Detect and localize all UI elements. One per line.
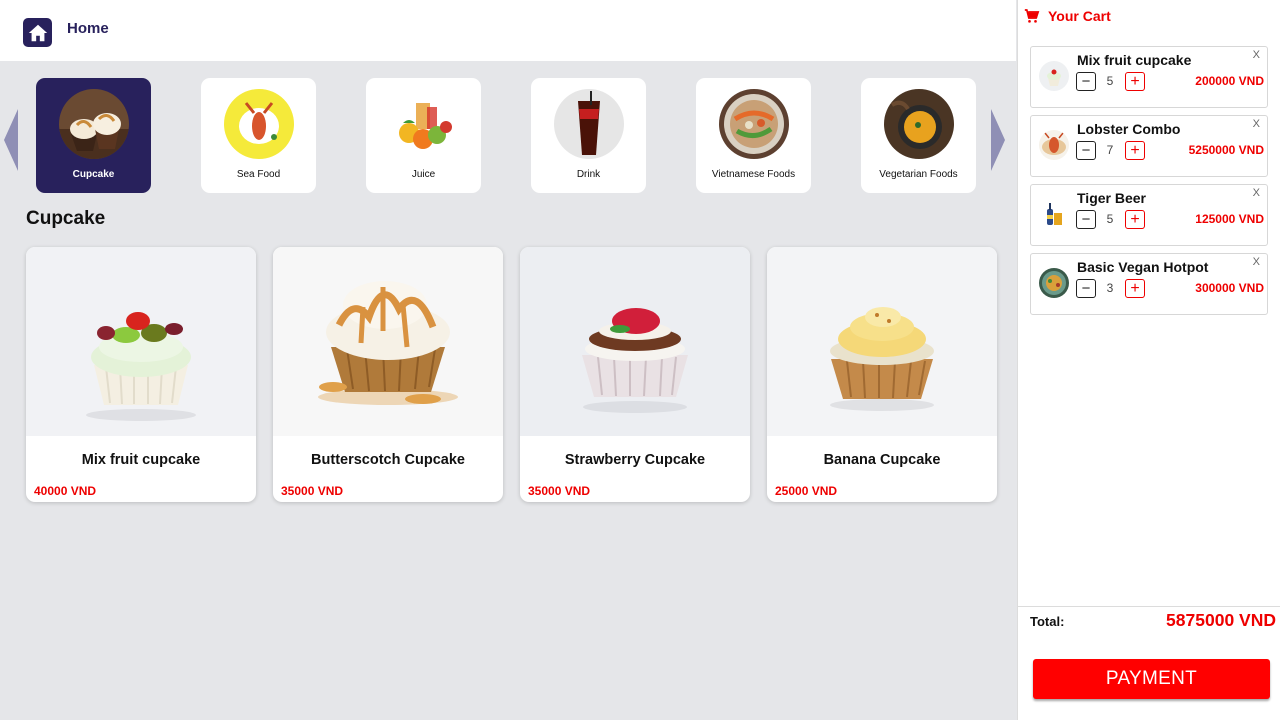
remove-item-button[interactable]: X bbox=[1253, 118, 1260, 130]
total-divider bbox=[1018, 606, 1280, 607]
category-cupcake[interactable]: Cupcake bbox=[36, 78, 151, 193]
category-label: Sea Food bbox=[236, 169, 281, 180]
cart-item-price: 5250000 VND bbox=[1188, 143, 1264, 157]
cart-header: Your Cart bbox=[1023, 8, 1111, 24]
remove-item-button[interactable]: X bbox=[1253, 256, 1260, 268]
product-card[interactable]: Banana Cupcake 25000 VND bbox=[767, 247, 997, 502]
page-title: Home bbox=[67, 20, 109, 37]
home-button[interactable] bbox=[23, 18, 52, 47]
carousel-next-arrow-icon[interactable] bbox=[991, 109, 1005, 171]
product-name: Mix fruit cupcake bbox=[81, 452, 201, 468]
product-card[interactable]: Mix fruit cupcake 40000 VND bbox=[26, 247, 256, 502]
category-label: Juice bbox=[411, 169, 436, 180]
cart-item-qty: 5 bbox=[1106, 212, 1114, 226]
increase-qty-button[interactable]: + bbox=[1125, 279, 1145, 298]
cart-item-qty: 3 bbox=[1106, 281, 1114, 295]
cart-item-price: 300000 VND bbox=[1195, 281, 1264, 295]
category-label: Vietnamese Foods bbox=[711, 169, 796, 180]
plus-icon: + bbox=[1130, 72, 1140, 90]
decrease-qty-button[interactable]: − bbox=[1076, 279, 1096, 298]
section-title: Cupcake bbox=[26, 208, 106, 229]
vietnamese-foods-category-image bbox=[719, 89, 789, 159]
increase-qty-button[interactable]: + bbox=[1125, 210, 1145, 229]
cupcake-category-image bbox=[59, 89, 129, 159]
increase-qty-button[interactable]: + bbox=[1125, 72, 1145, 91]
increase-qty-button[interactable]: + bbox=[1125, 141, 1145, 160]
category-drink[interactable]: Drink bbox=[531, 78, 646, 193]
home-icon bbox=[28, 24, 47, 41]
remove-item-button[interactable]: X bbox=[1253, 49, 1260, 61]
minus-icon: − bbox=[1081, 142, 1091, 159]
cart-item: Basic Vegan Hotpot X − 3 + 300000 VND bbox=[1030, 253, 1268, 315]
minus-icon: − bbox=[1081, 280, 1091, 297]
category-sea-food[interactable]: Sea Food bbox=[201, 78, 316, 193]
cart-item: Mix fruit cupcake X − 5 + 200000 VND bbox=[1030, 46, 1268, 108]
plus-icon: + bbox=[1130, 279, 1140, 297]
cart-item-name: Tiger Beer bbox=[1077, 190, 1146, 206]
drink-category-image bbox=[554, 89, 624, 159]
product-price: 35000 VND bbox=[281, 484, 344, 498]
cart-title: Your Cart bbox=[1048, 8, 1111, 24]
category-label: Vegetarian Foods bbox=[879, 169, 958, 180]
product-name: Strawberry Cupcake bbox=[564, 452, 706, 468]
minus-icon: − bbox=[1081, 211, 1091, 228]
cart-icon bbox=[1024, 9, 1040, 23]
vegetarian-foods-category-image bbox=[884, 89, 954, 159]
cart-item-price: 125000 VND bbox=[1195, 212, 1264, 226]
category-vietnamese-foods[interactable]: Vietnamese Foods bbox=[696, 78, 811, 193]
remove-item-button[interactable]: X bbox=[1253, 187, 1260, 199]
cart-item: Lobster Combo X − 7 + 5250000 VND bbox=[1030, 115, 1268, 177]
plus-icon: + bbox=[1130, 141, 1140, 159]
cart-item-name: Lobster Combo bbox=[1077, 121, 1181, 137]
cart-item-name: Basic Vegan Hotpot bbox=[1077, 259, 1209, 275]
product-name: Banana Cupcake bbox=[823, 452, 941, 468]
mix-fruit-cupcake-image bbox=[26, 247, 256, 436]
cart-item-qty: 7 bbox=[1106, 143, 1114, 157]
juice-category-image bbox=[389, 89, 459, 159]
carousel-prev-arrow-icon[interactable] bbox=[4, 109, 18, 171]
decrease-qty-button[interactable]: − bbox=[1076, 141, 1096, 160]
banana-cupcake-image bbox=[767, 247, 997, 436]
total-value: 5875000 VND bbox=[1166, 610, 1276, 630]
minus-icon: − bbox=[1081, 73, 1091, 90]
category-label: Cupcake bbox=[72, 169, 115, 180]
product-price: 35000 VND bbox=[528, 484, 591, 498]
category-label: Drink bbox=[576, 169, 601, 180]
category-vegetarian-foods[interactable]: Vegetarian Foods bbox=[861, 78, 976, 193]
decrease-qty-button[interactable]: − bbox=[1076, 72, 1096, 91]
butterscotch-cupcake-image bbox=[273, 247, 503, 436]
plus-icon: + bbox=[1130, 210, 1140, 228]
cart-item-image bbox=[1039, 130, 1069, 160]
sea-food-category-image bbox=[224, 89, 294, 159]
payment-button[interactable]: PAYMENT bbox=[1033, 659, 1270, 699]
cart-item-qty: 5 bbox=[1106, 74, 1114, 88]
cart-item-image bbox=[1039, 61, 1069, 91]
cart-panel: Your Cart Mix fruit cupcake X − 5 + 2000… bbox=[1017, 0, 1280, 720]
cart-item-image bbox=[1039, 268, 1069, 298]
category-juice[interactable]: Juice bbox=[366, 78, 481, 193]
cart-item-name: Mix fruit cupcake bbox=[1077, 52, 1192, 68]
total-label: Total: bbox=[1030, 614, 1065, 629]
product-card[interactable]: Butterscotch Cupcake 35000 VND bbox=[273, 247, 503, 502]
cart-item: Tiger Beer X − 5 + 125000 VND bbox=[1030, 184, 1268, 246]
strawberry-cupcake-image bbox=[520, 247, 750, 436]
product-price: 25000 VND bbox=[775, 484, 838, 498]
cart-item-image bbox=[1039, 199, 1069, 229]
product-name: Butterscotch Cupcake bbox=[311, 452, 465, 468]
top-header: Home bbox=[0, 0, 1016, 61]
product-price: 40000 VND bbox=[34, 484, 97, 498]
decrease-qty-button[interactable]: − bbox=[1076, 210, 1096, 229]
cart-item-price: 200000 VND bbox=[1195, 74, 1264, 88]
product-card[interactable]: Strawberry Cupcake 35000 VND bbox=[520, 247, 750, 502]
